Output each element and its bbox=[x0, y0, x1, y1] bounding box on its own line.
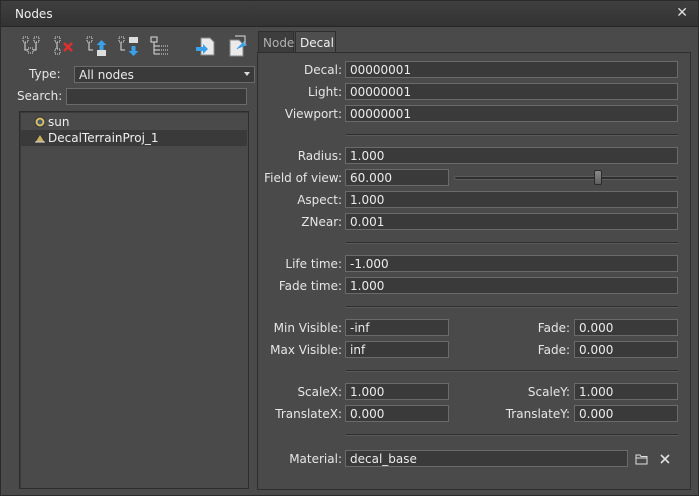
min-visible-label: Min Visible: bbox=[273, 321, 342, 335]
fov-slider[interactable] bbox=[454, 169, 678, 187]
material-field[interactable]: decal_base bbox=[345, 450, 628, 467]
min-fade-label: Fade: bbox=[537, 321, 570, 335]
material-row: Material: decal_base bbox=[258, 450, 690, 468]
slider-track bbox=[454, 176, 678, 180]
viewport-label: Viewport: bbox=[284, 107, 342, 121]
decal-icon bbox=[34, 133, 46, 143]
light-row: Light: 00000001 bbox=[258, 83, 690, 101]
max-fade-field[interactable]: 0.000 bbox=[574, 341, 678, 358]
divider bbox=[346, 242, 678, 244]
max-fade-label: Fade: bbox=[537, 343, 570, 357]
light-label: Light: bbox=[308, 85, 342, 99]
tree-item-label: sun bbox=[48, 115, 70, 129]
min-visible-field[interactable]: -inf bbox=[345, 319, 449, 336]
znear-label: ZNear: bbox=[301, 215, 342, 229]
radius-row: Radius: 1.000 bbox=[258, 147, 690, 165]
title-bar: Nodes ✕ bbox=[1, 1, 698, 27]
scaley-label: ScaleY: bbox=[527, 385, 570, 399]
move-down-icon[interactable] bbox=[115, 32, 141, 60]
decal-label: Decal: bbox=[304, 63, 342, 77]
material-label: Material: bbox=[289, 452, 342, 466]
close-icon[interactable]: ✕ bbox=[676, 5, 688, 21]
decal-row: Decal: 00000001 bbox=[258, 61, 690, 79]
light-field[interactable]: 00000001 bbox=[345, 83, 678, 100]
scaley-field[interactable]: 1.000 bbox=[574, 383, 678, 400]
translatex-label: TranslateX: bbox=[275, 407, 342, 421]
search-row: Search: bbox=[17, 88, 255, 105]
clear-icon[interactable] bbox=[656, 451, 674, 467]
folder-icon[interactable] bbox=[633, 451, 651, 467]
type-filter-row: Type: All nodes bbox=[17, 66, 255, 83]
viewport-row: Viewport: 00000001 bbox=[258, 105, 690, 123]
min-visible-row: Min Visible: -inf Fade: 0.000 bbox=[258, 319, 690, 337]
decal-field[interactable]: 00000001 bbox=[345, 61, 678, 78]
add-node-icon[interactable] bbox=[19, 32, 45, 60]
translatey-field[interactable]: 0.000 bbox=[574, 405, 678, 422]
lifetime-row: Life time: -1.000 bbox=[258, 255, 690, 273]
min-fade-field[interactable]: 0.000 bbox=[574, 319, 678, 336]
tree-item-sun[interactable]: sun bbox=[21, 114, 247, 130]
nodes-window: Nodes ✕ Type: All nodes Search: sun Deca… bbox=[0, 0, 699, 496]
type-label: Type: bbox=[29, 67, 61, 81]
search-label: Search: bbox=[17, 89, 63, 103]
translate-row: TranslateX: 0.000 TranslateY: 0.000 bbox=[258, 405, 690, 423]
tab-node[interactable]: Node bbox=[258, 31, 294, 53]
aspect-label: Aspect: bbox=[297, 193, 342, 207]
chevron-down-icon bbox=[244, 72, 250, 76]
nodes-panel: Type: All nodes Search: sun DecalTerrain… bbox=[9, 29, 255, 491]
search-input[interactable] bbox=[66, 88, 247, 105]
properties-panel: Node Decal Decal: 00000001 Light: 000000… bbox=[256, 29, 692, 491]
remove-node-icon[interactable] bbox=[51, 32, 77, 60]
znear-field[interactable]: 0.001 bbox=[345, 213, 678, 230]
fadetime-field[interactable]: 1.000 bbox=[345, 277, 678, 294]
divider bbox=[346, 134, 678, 136]
translatex-field[interactable]: 0.000 bbox=[345, 405, 449, 422]
slider-thumb[interactable] bbox=[594, 170, 602, 185]
lifetime-field[interactable]: -1.000 bbox=[345, 255, 678, 272]
move-up-icon[interactable] bbox=[83, 32, 109, 60]
tree-item-decalterrainproj-1[interactable]: DecalTerrainProj_1 bbox=[21, 130, 247, 146]
viewport-field[interactable]: 00000001 bbox=[345, 105, 678, 122]
decal-properties: Decal: 00000001 Light: 00000001 Viewport… bbox=[257, 52, 691, 490]
radius-label: Radius: bbox=[297, 149, 342, 163]
divider bbox=[346, 370, 678, 372]
znear-row: ZNear: 0.001 bbox=[258, 213, 690, 231]
scale-row: ScaleX: 1.000 ScaleY: 1.000 bbox=[258, 383, 690, 401]
fadetime-row: Fade time: 1.000 bbox=[258, 277, 690, 295]
fadetime-label: Fade time: bbox=[278, 279, 342, 293]
max-visible-row: Max Visible: inf Fade: 0.000 bbox=[258, 341, 690, 359]
scalex-field[interactable]: 1.000 bbox=[345, 383, 449, 400]
lifetime-label: Life time: bbox=[285, 257, 342, 271]
fov-label: Field of view: bbox=[264, 171, 342, 185]
max-visible-label: Max Visible: bbox=[270, 343, 342, 357]
node-tree-icon[interactable] bbox=[147, 32, 173, 60]
translatey-label: TranslateY: bbox=[505, 407, 570, 421]
max-visible-field[interactable]: inf bbox=[345, 341, 449, 358]
divider bbox=[346, 306, 678, 308]
node-tree[interactable]: sun DecalTerrainProj_1 bbox=[19, 111, 249, 489]
fov-field[interactable]: 60.000 bbox=[345, 169, 449, 186]
import-node-icon[interactable] bbox=[193, 32, 219, 60]
aspect-field[interactable]: 1.000 bbox=[345, 191, 678, 208]
divider bbox=[346, 434, 678, 436]
tab-decal[interactable]: Decal bbox=[295, 31, 336, 53]
type-dropdown[interactable]: All nodes bbox=[74, 66, 255, 83]
export-node-icon[interactable] bbox=[225, 32, 251, 60]
type-dropdown-value: All nodes bbox=[79, 68, 134, 82]
scalex-label: ScaleX: bbox=[297, 385, 342, 399]
window-title: Nodes bbox=[15, 7, 53, 21]
light-icon bbox=[34, 116, 46, 128]
radius-field[interactable]: 1.000 bbox=[345, 147, 678, 164]
aspect-row: Aspect: 1.000 bbox=[258, 191, 690, 209]
fov-row: Field of view: 60.000 bbox=[258, 169, 690, 187]
tree-item-label: DecalTerrainProj_1 bbox=[48, 131, 159, 145]
